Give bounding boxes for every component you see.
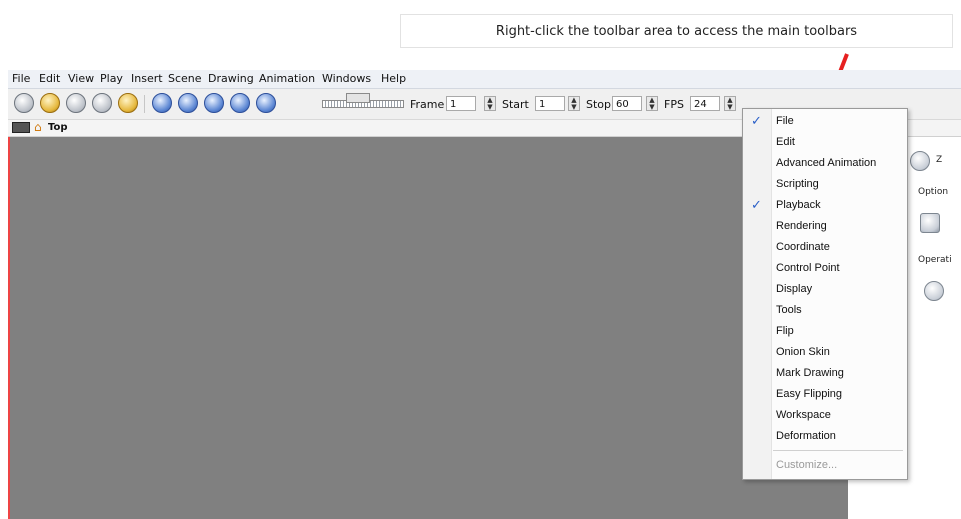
import-icon[interactable] xyxy=(118,93,138,113)
menu-item-edit[interactable]: Edit xyxy=(743,132,907,153)
check-icon: ✓ xyxy=(751,197,762,212)
toolbar-context-menu: ✓ File Edit Advanced Animation Scripting… xyxy=(742,108,908,480)
options-label: Option xyxy=(918,187,949,197)
option-zoom-icon[interactable] xyxy=(920,213,940,233)
zoom-label: Z xyxy=(936,155,943,165)
loop-icon[interactable] xyxy=(204,93,224,113)
menu-item-advanced-animation[interactable]: Advanced Animation xyxy=(743,153,907,174)
fps-field[interactable]: 24 xyxy=(690,96,720,111)
sound-icon[interactable] xyxy=(230,93,250,113)
menu-separator xyxy=(773,450,903,451)
stop-spinner[interactable]: ▲ ▼ xyxy=(646,96,658,111)
menu-drawing[interactable]: Drawing xyxy=(208,72,254,85)
menu-item-playback[interactable]: ✓ Playback xyxy=(743,195,907,216)
start-field[interactable]: 1 xyxy=(535,96,565,111)
check-icon: ✓ xyxy=(751,113,762,128)
save-as-icon[interactable] xyxy=(92,93,112,113)
operations-label: Operati xyxy=(918,255,952,265)
menu-item-tools[interactable]: Tools xyxy=(743,300,907,321)
drawing-viewport[interactable] xyxy=(8,137,848,519)
menu-item-deformation[interactable]: Deformation xyxy=(743,426,907,447)
menu-item-flip[interactable]: Flip xyxy=(743,321,907,342)
instruction-callout: Right-click the toolbar area to access t… xyxy=(400,14,953,48)
menu-file[interactable]: File xyxy=(12,72,30,85)
save-icon[interactable] xyxy=(66,93,86,113)
menu-item-scripting[interactable]: Scripting xyxy=(743,174,907,195)
view-title: Top xyxy=(48,122,68,133)
menu-item-customize[interactable]: Customize... xyxy=(743,455,907,476)
menu-item-coordinate[interactable]: Coordinate xyxy=(743,237,907,258)
menu-play[interactable]: Play xyxy=(100,72,123,85)
sound-scrub-icon[interactable] xyxy=(256,93,276,113)
menu-view[interactable]: View xyxy=(68,72,94,85)
menu-item-easy-flipping[interactable]: Easy Flipping xyxy=(743,384,907,405)
start-label: Start xyxy=(502,98,529,111)
menu-item-rendering[interactable]: Rendering xyxy=(743,216,907,237)
view-menu-icon[interactable] xyxy=(12,122,30,133)
operation-icon[interactable] xyxy=(924,281,944,301)
zoom-icon[interactable] xyxy=(910,151,930,171)
new-icon[interactable] xyxy=(14,93,34,113)
menu-item-mark-drawing[interactable]: Mark Drawing xyxy=(743,363,907,384)
play-icon[interactable] xyxy=(152,93,172,113)
callout-text: Right-click the toolbar area to access t… xyxy=(495,23,858,39)
frame-spinner[interactable]: ▲ ▼ xyxy=(484,96,496,111)
menu-windows[interactable]: Windows xyxy=(322,72,371,85)
menu-edit[interactable]: Edit xyxy=(39,72,60,85)
fps-spinner[interactable]: ▲ ▼ xyxy=(724,96,736,111)
stop-field[interactable]: 60 xyxy=(612,96,642,111)
toolbar-separator xyxy=(144,95,145,113)
menu-item-workspace[interactable]: Workspace xyxy=(743,405,907,426)
play-options-icon[interactable] xyxy=(178,93,198,113)
open-icon[interactable] xyxy=(40,93,60,113)
menu-item-onion-skin[interactable]: Onion Skin xyxy=(743,342,907,363)
frame-label: Frame xyxy=(410,98,445,111)
start-spinner[interactable]: ▲ ▼ xyxy=(568,96,580,111)
menu-item-display[interactable]: Display xyxy=(743,279,907,300)
menu-insert[interactable]: Insert xyxy=(131,72,163,85)
menu-item-control-point[interactable]: Control Point xyxy=(743,258,907,279)
home-icon[interactable]: ⌂ xyxy=(34,120,42,134)
menu-scene[interactable]: Scene xyxy=(168,72,202,85)
frame-field[interactable]: 1 xyxy=(446,96,476,111)
stop-label: Stop xyxy=(586,98,612,111)
menu-help[interactable]: Help xyxy=(381,72,406,85)
slider-thumb[interactable] xyxy=(346,93,370,103)
menu-item-file[interactable]: ✓ File xyxy=(743,111,907,132)
menu-animation[interactable]: Animation xyxy=(259,72,315,85)
menu-bar: File Edit View Play Insert Scene Drawing… xyxy=(8,70,961,89)
fps-label: FPS xyxy=(664,98,684,111)
